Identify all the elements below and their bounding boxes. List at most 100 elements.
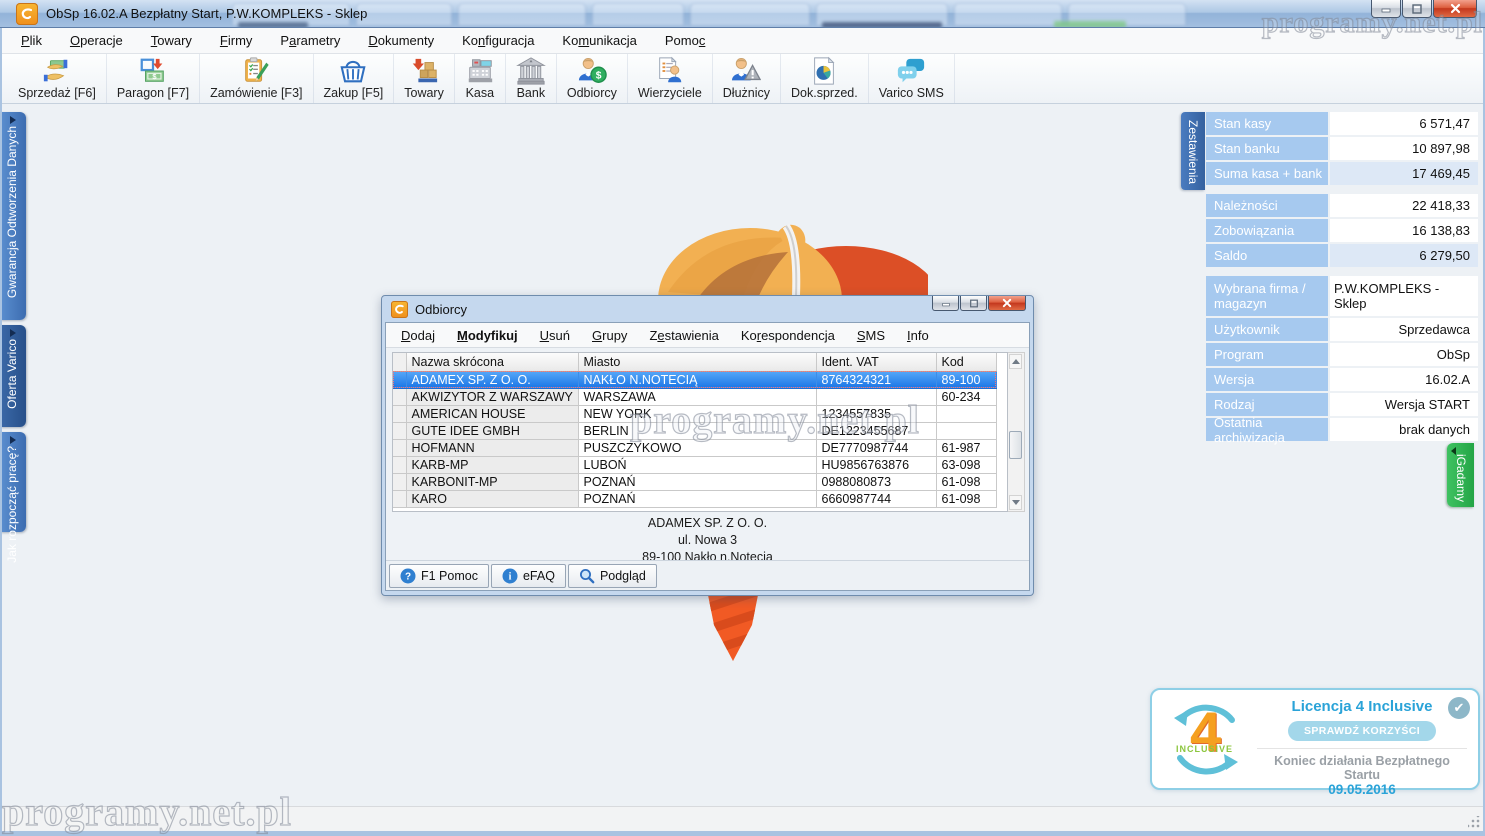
table-cell[interactable]: KARO — [406, 490, 578, 507]
toolbar-button-wierzyciele[interactable]: Wierzyciele — [628, 54, 713, 103]
table-cell[interactable] — [816, 388, 936, 405]
table-cell[interactable]: PUSZCZYKOWO — [578, 439, 816, 456]
column-header-miasto[interactable]: Miasto — [578, 353, 816, 371]
maximize-button[interactable] — [1402, 0, 1432, 18]
table-cell[interactable]: NEW YORK — [578, 405, 816, 422]
column-header-ident-vat[interactable]: Ident. VAT — [816, 353, 936, 371]
row-selector[interactable] — [393, 388, 406, 405]
row-selector[interactable] — [393, 405, 406, 422]
table-cell[interactable]: 61-098 — [936, 473, 996, 490]
toolbar-button-zakup-f5[interactable]: Zakup [F5] — [314, 54, 395, 103]
toolbar-button-dok-sprzed[interactable]: Dok.sprzed. — [781, 54, 869, 103]
menu-item-parametry[interactable]: Parametry — [269, 29, 351, 52]
table-cell[interactable]: AKWIZYTOR Z WARSZAWY — [406, 388, 578, 405]
table-cell[interactable] — [936, 422, 996, 439]
table-cell[interactable]: 1234557835 — [816, 405, 936, 422]
table-cell[interactable]: 61-098 — [936, 490, 996, 507]
toolbar-button-odbiorcy[interactable]: $Odbiorcy — [557, 54, 628, 103]
table-cell[interactable]: NAKŁO N.NOTECIĄ — [578, 371, 816, 388]
check-benefits-button[interactable]: SPRAWDŹ KORZYŚCI — [1288, 721, 1436, 741]
table-cell[interactable]: LUBOŃ — [578, 456, 816, 473]
table-cell[interactable]: DE7770987744 — [816, 439, 936, 456]
toolbar-button-varico-sms[interactable]: Varico SMS — [869, 54, 955, 103]
row-selector[interactable] — [393, 473, 406, 490]
table-row-karo[interactable]: KAROPOZNAŃ666098774461-098 — [393, 490, 996, 507]
table-cell[interactable]: 60-234 — [936, 388, 996, 405]
column-header-nazwa-skr-cona[interactable]: Nazwa skrócona — [406, 353, 578, 371]
row-selector[interactable] — [393, 490, 406, 507]
menu-item-operacje[interactable]: Operacje — [59, 29, 134, 52]
toolbar-button-paragon-f7[interactable]: $Paragon [F7] — [107, 54, 200, 103]
menu-item-konfiguracja[interactable]: Konfiguracja — [451, 29, 545, 52]
menu-item-sms[interactable]: SMS — [848, 325, 894, 346]
menu-item-korespondencja[interactable]: Korespondencja — [732, 325, 844, 346]
table-row-adamex-sp-z-o-o[interactable]: ADAMEX SP. Z O. O.NAKŁO N.NOTECIĄ8764324… — [393, 371, 996, 388]
table-row-hofmann[interactable]: HOFMANNPUSZCZYKOWODE777098774461-987 — [393, 439, 996, 456]
table-cell[interactable]: 8764324321 — [816, 371, 936, 388]
dialog-minimize-button[interactable] — [932, 296, 959, 311]
dialog-maximize-button[interactable] — [960, 296, 987, 311]
tab-igadamy[interactable]: iGadamy — [1447, 443, 1474, 507]
row-selector[interactable] — [393, 422, 406, 439]
table-cell[interactable] — [936, 405, 996, 422]
table-cell[interactable]: AMERICAN HOUSE — [406, 405, 578, 422]
table-row-akwizytor-z-warszawy[interactable]: AKWIZYTOR Z WARSZAWYWARSZAWA 60-234 — [393, 388, 996, 405]
table-cell[interactable]: BERLIN — [578, 422, 816, 439]
tab-zestawienia[interactable]: Zestawienia — [1181, 112, 1205, 190]
table-row-gute-idee-gmbh[interactable]: GUTE IDEE GMBHBERLINDE1223455687 — [393, 422, 996, 439]
menu-item-plik[interactable]: Plik — [10, 29, 53, 52]
close-button[interactable] — [1433, 0, 1477, 18]
toolbar-button-bank[interactable]: Bank — [506, 54, 557, 103]
column-header-kod[interactable]: Kod — [936, 353, 996, 371]
menu-item-pomoc[interactable]: Pomoc — [654, 29, 716, 52]
table-cell[interactable]: POZNAŃ — [578, 490, 816, 507]
table-cell[interactable]: 89-100 — [936, 371, 996, 388]
table-cell[interactable]: 6660987744 — [816, 490, 936, 507]
toolbar-button-d-u-nicy[interactable]: Dłużnicy — [713, 54, 781, 103]
table-cell[interactable]: HU9856763876 — [816, 456, 936, 473]
row-selector[interactable] — [393, 371, 406, 388]
toolbar-button-sprzeda-f6[interactable]: Sprzedaż [F6] — [8, 54, 107, 103]
table-row-american-house[interactable]: AMERICAN HOUSENEW YORK1234557835 — [393, 405, 996, 422]
scroll-down-button[interactable] — [1009, 495, 1022, 510]
table-row-karbonit-mp[interactable]: KARBONIT-MPPOZNAŃ098808087361-098 — [393, 473, 996, 490]
menu-item-modyfikuj[interactable]: Modyfikuj — [448, 325, 527, 346]
side-tab-oferta-varico[interactable]: Oferta Varico — [0, 325, 26, 427]
menu-item-zestawienia[interactable]: Zestawienia — [640, 325, 727, 346]
table-cell[interactable]: 0988080873 — [816, 473, 936, 490]
f1-pomoc-button[interactable]: ?F1 Pomoc — [389, 564, 489, 588]
scroll-up-button[interactable] — [1009, 354, 1022, 369]
side-tab-jak-rozpocz-prac[interactable]: Jak rozpocząć pracę? — [0, 432, 26, 532]
table-cell[interactable]: 61-987 — [936, 439, 996, 456]
table-cell[interactable]: WARSZAWA — [578, 388, 816, 405]
menu-item-firmy[interactable]: Firmy — [209, 29, 264, 52]
table-cell[interactable]: GUTE IDEE GMBH — [406, 422, 578, 439]
row-selector[interactable] — [393, 439, 406, 456]
menu-item-grupy[interactable]: Grupy — [583, 325, 636, 346]
table-cell[interactable]: POZNAŃ — [578, 473, 816, 490]
table-scrollbar[interactable] — [1008, 352, 1025, 512]
table-cell[interactable]: DE1223455687 — [816, 422, 936, 439]
menu-item-towary[interactable]: Towary — [140, 29, 203, 52]
table-cell[interactable]: ADAMEX SP. Z O. O. — [406, 371, 578, 388]
table-row-karb-mp[interactable]: KARB-MPLUBOŃHU985676387663-098 — [393, 456, 996, 473]
table-cell[interactable]: KARBONIT-MP — [406, 473, 578, 490]
row-selector[interactable] — [393, 456, 406, 473]
minimize-button[interactable] — [1371, 0, 1401, 18]
table-cell[interactable]: 63-098 — [936, 456, 996, 473]
menu-item-info[interactable]: Info — [898, 325, 938, 346]
toolbar-button-kasa[interactable]: Kasa — [455, 54, 506, 103]
menu-item-dodaj[interactable]: Dodaj — [392, 325, 444, 346]
menu-item-dokumenty[interactable]: Dokumenty — [357, 29, 445, 52]
scrollbar-thumb[interactable] — [1009, 431, 1022, 459]
toolbar-button-zam-wienie-f3[interactable]: Zamówienie [F3] — [200, 54, 313, 103]
table-cell[interactable]: KARB-MP — [406, 456, 578, 473]
resize-grip[interactable] — [1468, 816, 1480, 828]
toolbar-button-towary[interactable]: Towary — [394, 54, 455, 103]
side-tab-gwarancja-odtworzenia-danych[interactable]: Gwarancja Odtworzenia Danych — [0, 112, 26, 320]
menu-item-komunikacja[interactable]: Komunikacja — [551, 29, 647, 52]
podgl-d-button[interactable]: Podgląd — [568, 564, 657, 588]
dialog-close-button[interactable] — [988, 296, 1026, 311]
efaq-button[interactable]: ieFAQ — [491, 564, 566, 588]
menu-item-usu[interactable]: Usuń — [531, 325, 579, 346]
